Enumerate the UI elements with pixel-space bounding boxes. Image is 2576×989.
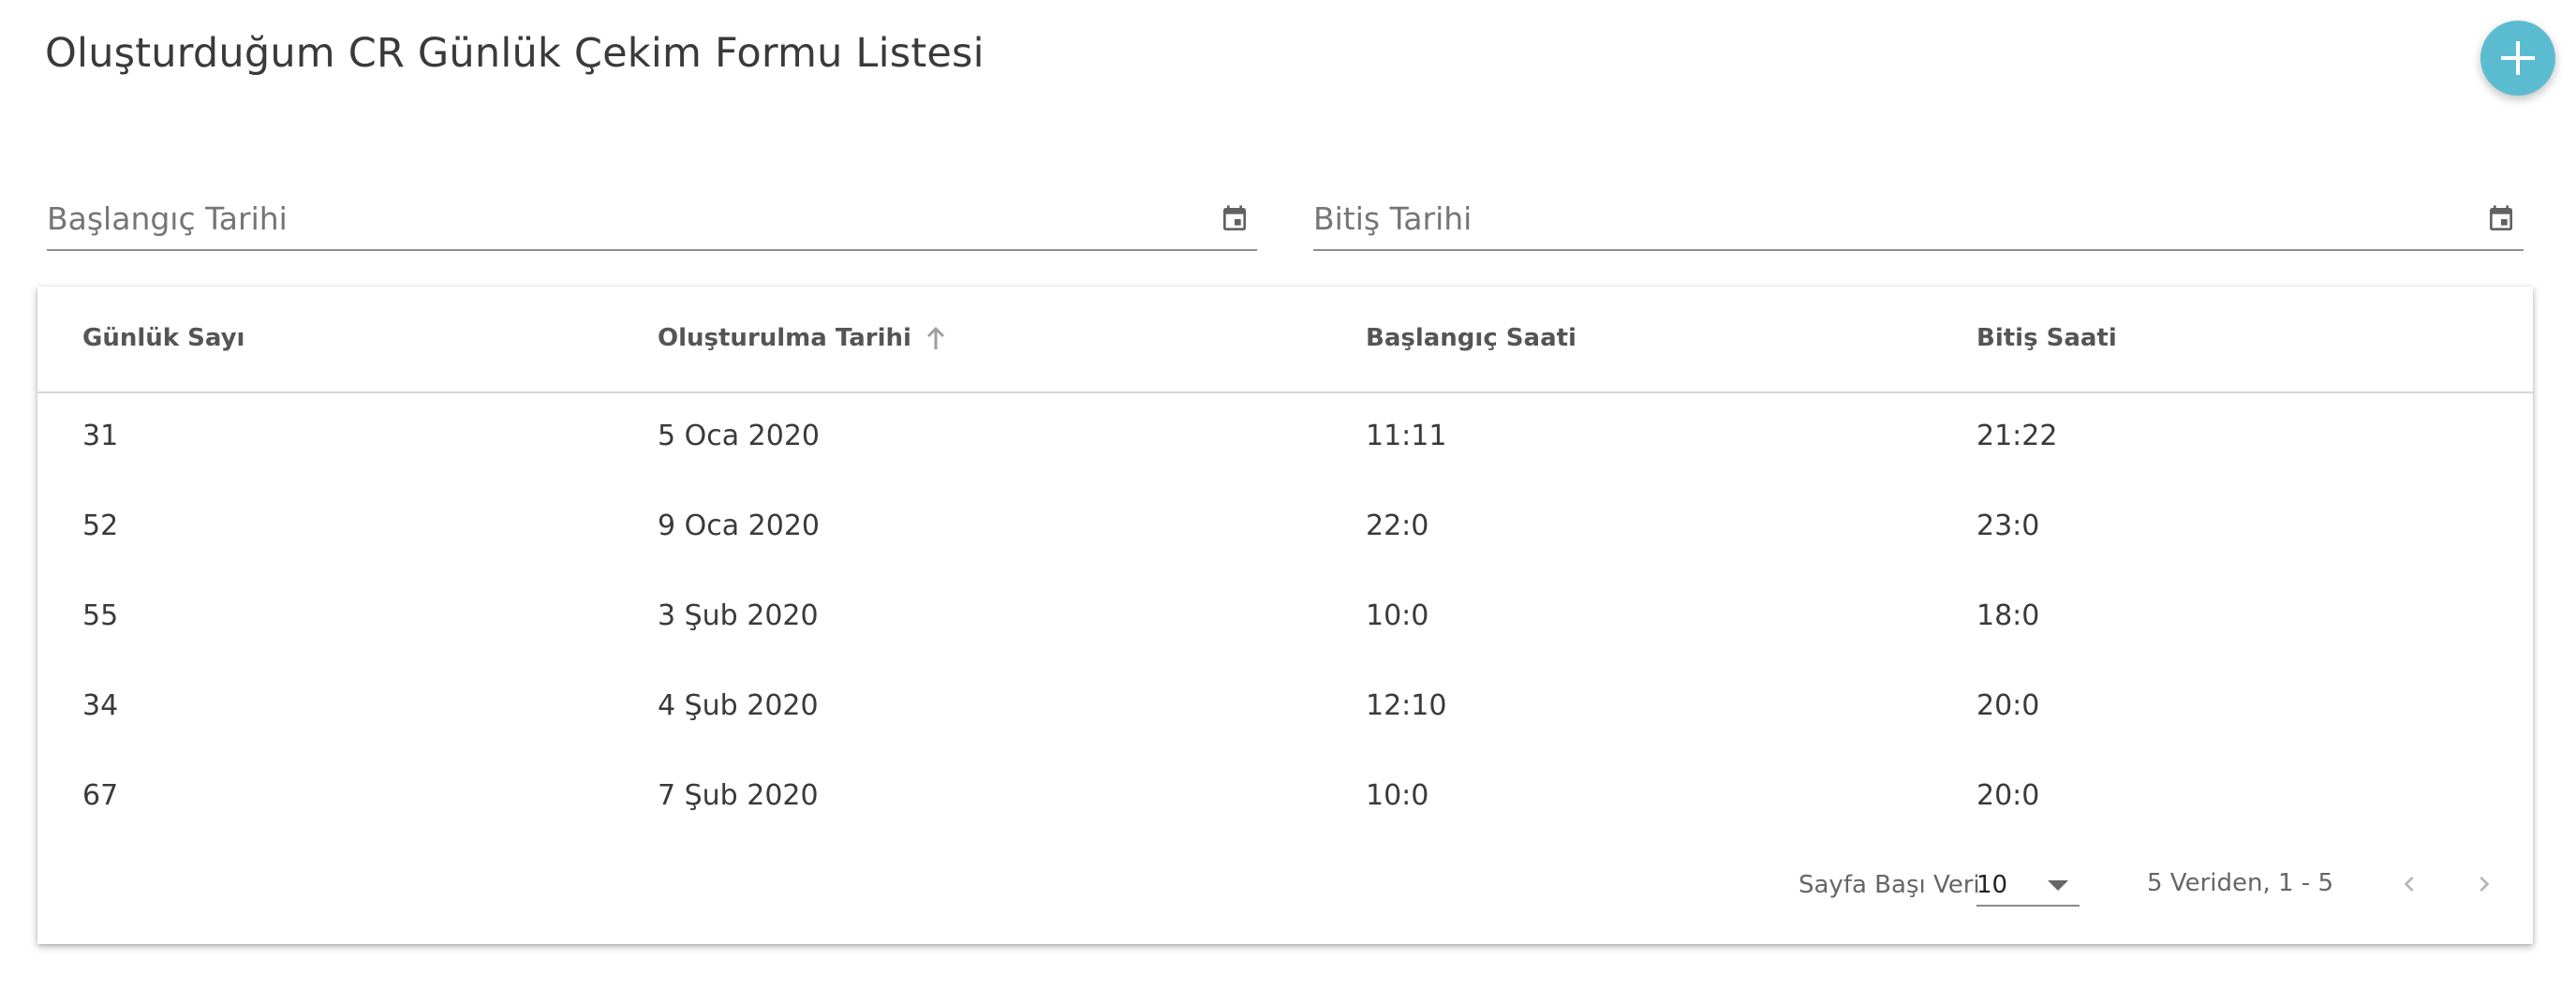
column-header-label: Oluşturulma Tarihi (658, 324, 911, 352)
cell-bitis-saati: 20:0 (1976, 689, 2040, 722)
table-row[interactable]: 67 7 Şub 2020 10:0 20:0 (37, 753, 2533, 843)
column-header-bitis-saati[interactable]: Bitiş Saati (1976, 324, 2117, 352)
calendar-icon[interactable] (1220, 204, 1250, 234)
table-row[interactable]: 52 9 Oca 2020 22:0 23:0 (37, 483, 2533, 573)
column-header-olusturulma-tarihi[interactable]: Oluşturulma Tarihi (658, 324, 947, 352)
cell-olusturulma-tarihi: 4 Şub 2020 (658, 689, 819, 722)
table-card: Günlük Sayı Oluşturulma Tarihi Başlangıç… (37, 287, 2533, 944)
start-date-label: Başlangıç Tarihi (47, 200, 288, 237)
cell-bitis-saati: 20:0 (1976, 779, 2040, 812)
column-header-label: Günlük Sayı (82, 324, 245, 352)
previous-page-button[interactable] (2387, 862, 2432, 907)
pagination: Sayfa Başı Veri 10 5 Veriden, 1 - 5 (37, 845, 2533, 923)
per-page-label: Sayfa Başı Veri (1799, 871, 1980, 899)
cell-olusturulma-tarihi: 5 Oca 2020 (658, 420, 820, 452)
column-header-label: Bitiş Saati (1976, 324, 2117, 352)
cell-baslangic-saati: 11:11 (1366, 420, 1447, 452)
chevron-left-icon (2404, 877, 2414, 892)
cell-gunluk-sayi: 34 (82, 689, 119, 722)
cell-baslangic-saati: 10:0 (1366, 779, 1429, 812)
cell-gunluk-sayi: 52 (82, 509, 119, 542)
next-page-button[interactable] (2462, 862, 2507, 907)
cell-bitis-saati: 21:22 (1976, 420, 2058, 452)
cell-olusturulma-tarihi: 9 Oca 2020 (658, 509, 820, 542)
cell-bitis-saati: 23:0 (1976, 509, 2040, 542)
cell-gunluk-sayi: 31 (82, 420, 119, 452)
chevron-right-icon (2480, 877, 2490, 892)
end-date-label: Bitiş Tarihi (1313, 200, 1473, 237)
cell-gunluk-sayi: 67 (82, 779, 119, 812)
column-header-label: Başlangıç Saati (1366, 324, 1577, 352)
table-row[interactable]: 34 4 Şub 2020 12:10 20:0 (37, 663, 2533, 753)
cell-baslangic-saati: 12:10 (1366, 689, 1447, 722)
add-button[interactable] (2480, 21, 2555, 96)
cell-baslangic-saati: 22:0 (1366, 509, 1429, 542)
cell-olusturulma-tarihi: 7 Şub 2020 (658, 779, 819, 812)
cell-bitis-saati: 18:0 (1976, 599, 2040, 632)
table-row[interactable]: 31 5 Oca 2020 11:11 21:22 (37, 393, 2533, 483)
column-header-gunluk-sayi[interactable]: Günlük Sayı (82, 324, 244, 352)
end-date-field[interactable]: Bitiş Tarihi (1313, 187, 2524, 251)
cell-olusturulma-tarihi: 3 Şub 2020 (658, 599, 819, 632)
arrow-up-icon (926, 327, 944, 349)
cell-gunluk-sayi: 55 (82, 599, 119, 632)
calendar-icon[interactable] (2486, 204, 2516, 234)
caret-down-icon (2048, 880, 2068, 891)
table-row[interactable]: 55 3 Şub 2020 10:0 18:0 (37, 573, 2533, 663)
page: Oluşturduğum CR Günlük Çekim Formu Liste… (0, 0, 2576, 989)
start-date-field[interactable]: Başlangıç Tarihi (47, 187, 1257, 251)
cell-baslangic-saati: 10:0 (1366, 599, 1429, 632)
plus-icon (2501, 41, 2535, 75)
pagination-range: 5 Veriden, 1 - 5 (2147, 869, 2333, 897)
per-page-value: 10 (1976, 871, 2008, 899)
column-header-baslangic-saati[interactable]: Başlangıç Saati (1366, 324, 1577, 352)
per-page-select[interactable]: 10 (1976, 862, 2080, 907)
page-title: Oluşturduğum CR Günlük Çekim Formu Liste… (45, 30, 985, 77)
table-header: Günlük Sayı Oluşturulma Tarihi Başlangıç… (37, 287, 2533, 393)
